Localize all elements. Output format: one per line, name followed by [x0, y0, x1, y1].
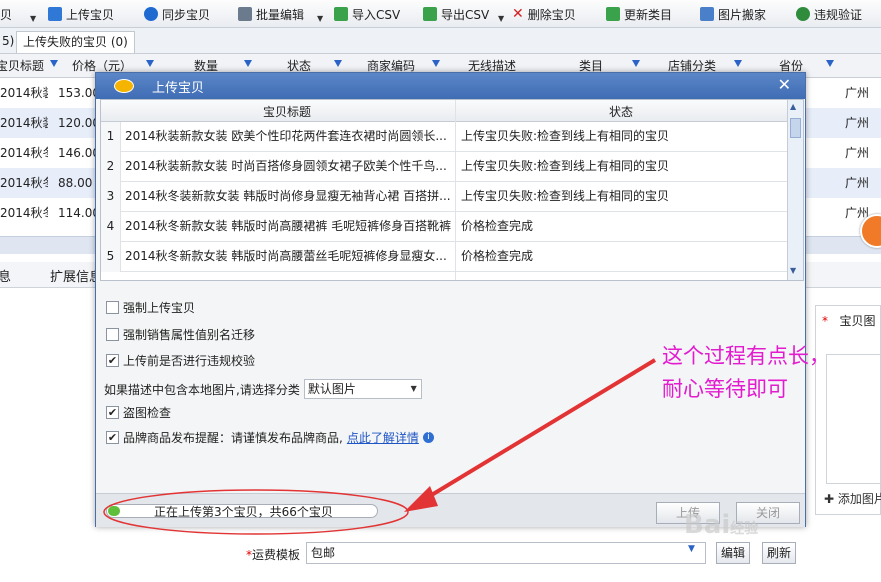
annotation-arrow-line: [418, 358, 657, 504]
highlight-ellipse: [103, 489, 409, 535]
annotation-overlay: [103, 358, 657, 535]
watermark: Bai经验: [684, 510, 759, 540]
annotation-arrow-head: [404, 486, 438, 512]
annotation-text: 这个过程有点长， 耐心等待即可: [662, 344, 830, 401]
